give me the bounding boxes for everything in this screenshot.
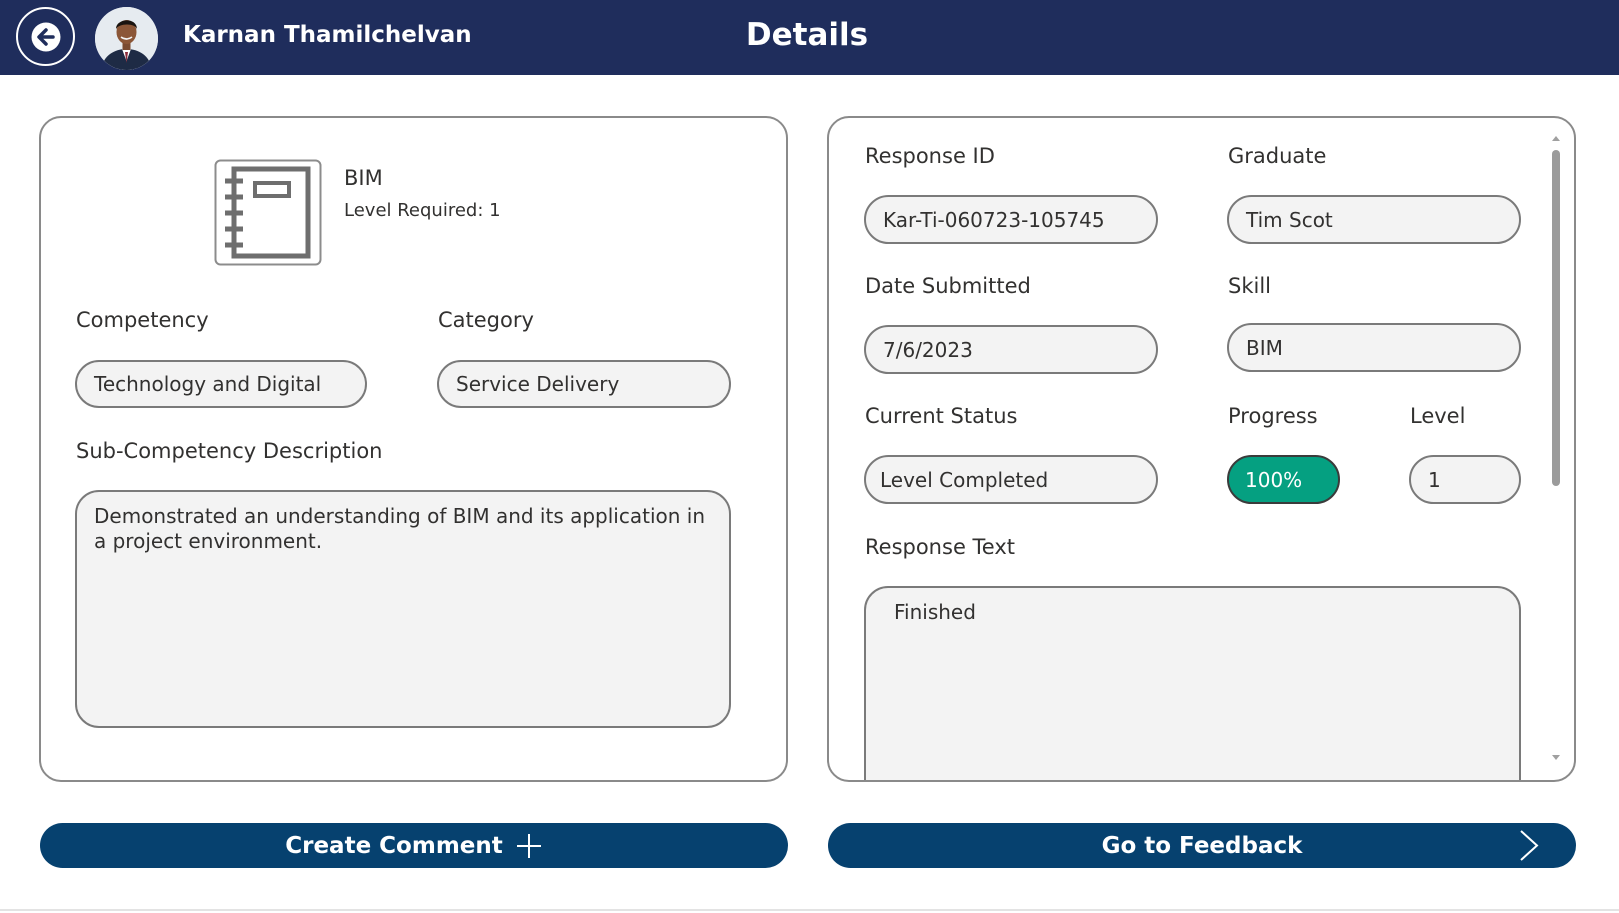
skill-label: Skill bbox=[1228, 274, 1271, 298]
response-text-label: Response Text bbox=[865, 535, 1016, 559]
skill-details-card: BIM Level Required: 1 Competency Technol… bbox=[39, 116, 788, 782]
skill-field[interactable]: BIM bbox=[1227, 323, 1521, 372]
current-status-label: Current Status bbox=[865, 404, 1018, 428]
skill-name: BIM bbox=[344, 166, 383, 190]
graduate-label: Graduate bbox=[1228, 144, 1327, 168]
scrollbar[interactable] bbox=[1550, 134, 1562, 762]
create-comment-label: Create Comment bbox=[285, 832, 503, 859]
progress-label: Progress bbox=[1228, 404, 1318, 428]
level-required-text: Level Required: 1 bbox=[344, 200, 501, 221]
scrollbar-thumb[interactable] bbox=[1552, 150, 1560, 486]
category-field[interactable]: Service Delivery bbox=[437, 360, 731, 408]
scroll-up-arrow-icon[interactable] bbox=[1550, 134, 1562, 142]
go-to-feedback-label: Go to Feedback bbox=[1101, 832, 1303, 859]
level-label: Level bbox=[1410, 404, 1466, 428]
competency-label: Competency bbox=[76, 308, 209, 332]
response-text-field[interactable]: Finished bbox=[864, 586, 1521, 780]
sub-competency-description-field[interactable]: Demonstrated an understanding of BIM and… bbox=[75, 490, 731, 728]
response-id-label: Response ID bbox=[865, 144, 995, 168]
go-to-feedback-button[interactable]: Go to Feedback bbox=[828, 823, 1576, 868]
category-label: Category bbox=[438, 308, 534, 332]
sub-competency-label: Sub-Competency Description bbox=[76, 439, 383, 463]
date-submitted-field[interactable]: 7/6/2023 bbox=[864, 325, 1158, 374]
header-bar: Karnan Thamilchelvan Details bbox=[0, 0, 1619, 75]
graduate-field[interactable]: Tim Scot bbox=[1227, 195, 1521, 244]
response-details-card: Response ID Kar-Ti-060723-105745 Graduat… bbox=[827, 116, 1576, 782]
current-status-field[interactable]: Level Completed bbox=[864, 455, 1158, 504]
date-submitted-label: Date Submitted bbox=[865, 274, 1031, 298]
chevron-right-icon bbox=[1520, 830, 1539, 861]
scroll-down-arrow-icon[interactable] bbox=[1550, 754, 1562, 762]
level-field[interactable]: 1 bbox=[1409, 455, 1521, 504]
page-title: Details bbox=[745, 17, 869, 53]
progress-field[interactable]: 100% bbox=[1227, 455, 1340, 504]
plus-icon bbox=[516, 833, 541, 858]
create-comment-button[interactable]: Create Comment bbox=[40, 823, 788, 868]
response-id-field[interactable]: Kar-Ti-060723-105745 bbox=[864, 195, 1158, 244]
competency-field[interactable]: Technology and Digital bbox=[75, 360, 367, 408]
bottom-divider bbox=[0, 909, 1619, 911]
notebook-icon bbox=[214, 159, 322, 266]
